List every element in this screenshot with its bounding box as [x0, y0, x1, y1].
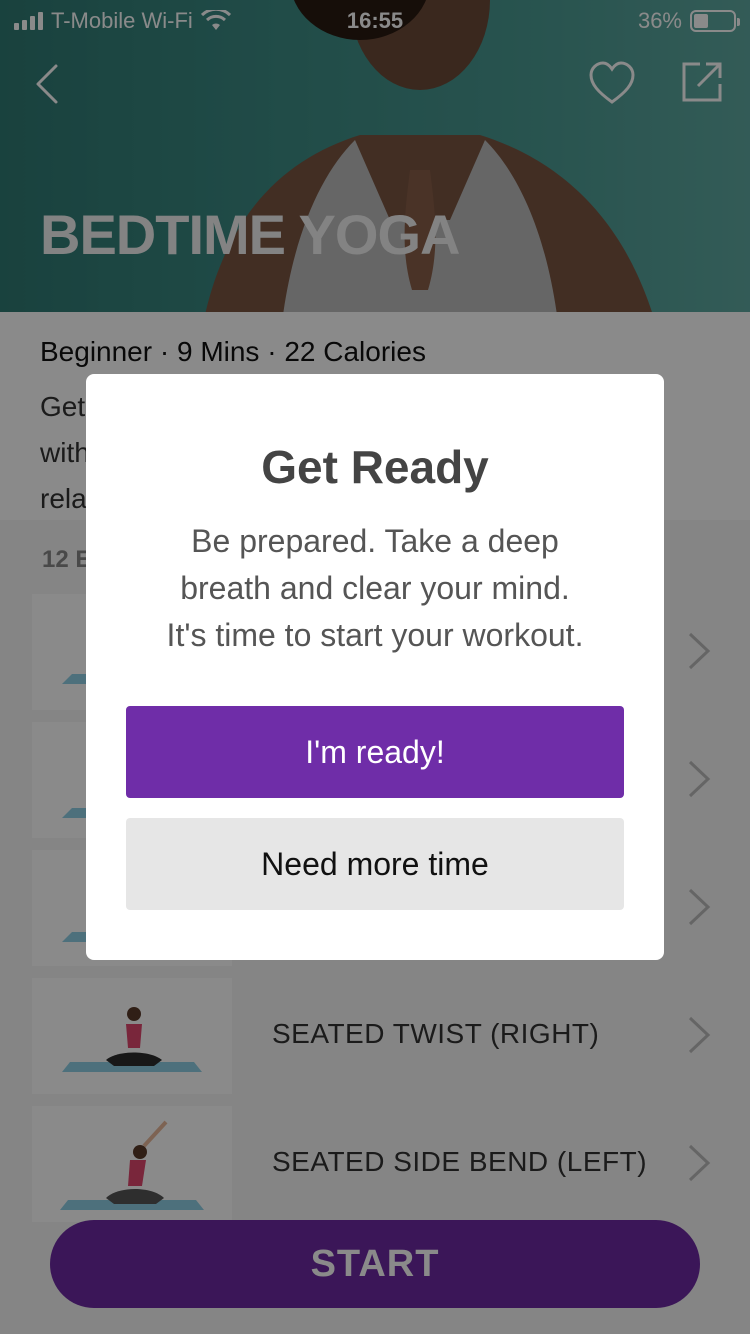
dialog-title: Get Ready: [261, 441, 489, 493]
dialog-message-line: breath and clear your mind.: [180, 570, 570, 606]
dialog-message: Be prepared. Take a deep breath and clea…: [116, 518, 634, 659]
dialog-message-line: It's time to start your workout.: [166, 617, 584, 653]
im-ready-button[interactable]: I'm ready!: [126, 706, 624, 798]
need-more-time-button[interactable]: Need more time: [126, 818, 624, 910]
get-ready-dialog: Get Ready Be prepared. Take a deep breat…: [86, 374, 664, 960]
dialog-message-line: Be prepared. Take a deep: [191, 523, 559, 559]
